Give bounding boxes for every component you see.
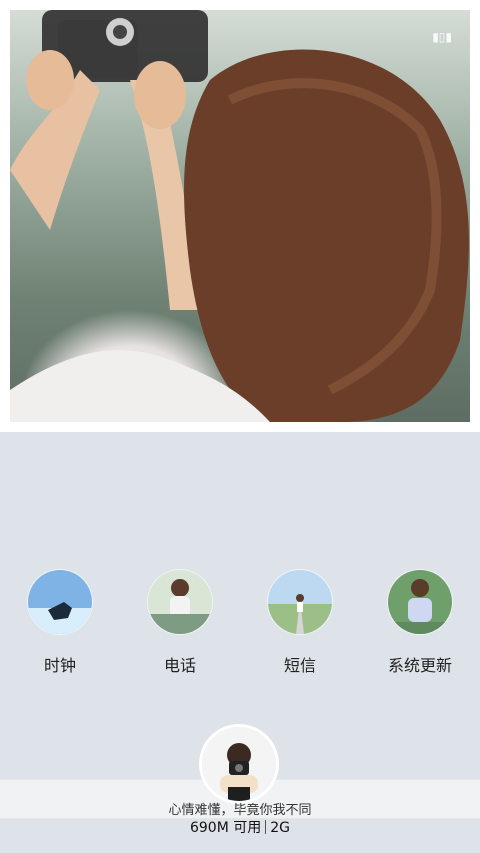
- sms-app-icon[interactable]: [268, 570, 332, 634]
- app-label: 时钟: [43, 656, 76, 675]
- app-label: 系统更新: [387, 656, 452, 675]
- memory-available-text: 690M 可用: [189, 820, 262, 836]
- network-type-text: 2G: [270, 820, 291, 836]
- hero-photo: ▮▯▮: [10, 10, 470, 422]
- app-phone[interactable]: 电话: [130, 570, 230, 676]
- app-system-update[interactable]: 系统更新: [370, 570, 470, 676]
- avatar[interactable]: [202, 727, 276, 801]
- app-label: 短信: [283, 656, 316, 675]
- signal-icon: ▮▯▮: [432, 30, 452, 44]
- app-sms[interactable]: 短信: [250, 570, 350, 676]
- tagline-text: 心情难懂，毕竟你我不同: [168, 803, 312, 818]
- memory-status: 690M 可用 2G: [0, 817, 480, 837]
- app-label: 电话: [163, 656, 196, 675]
- clock-app-icon[interactable]: [28, 570, 92, 634]
- hero-illustration: [10, 10, 469, 422]
- system-update-app-icon[interactable]: [388, 570, 452, 634]
- hero-photo-frame: ▮▯▮: [0, 0, 480, 432]
- app-shortcuts: 时钟 电话 短信 系统更新: [0, 570, 480, 680]
- app-clock[interactable]: 时钟: [10, 570, 110, 676]
- memory-separator: [265, 820, 267, 834]
- phone-app-icon[interactable]: [148, 570, 212, 634]
